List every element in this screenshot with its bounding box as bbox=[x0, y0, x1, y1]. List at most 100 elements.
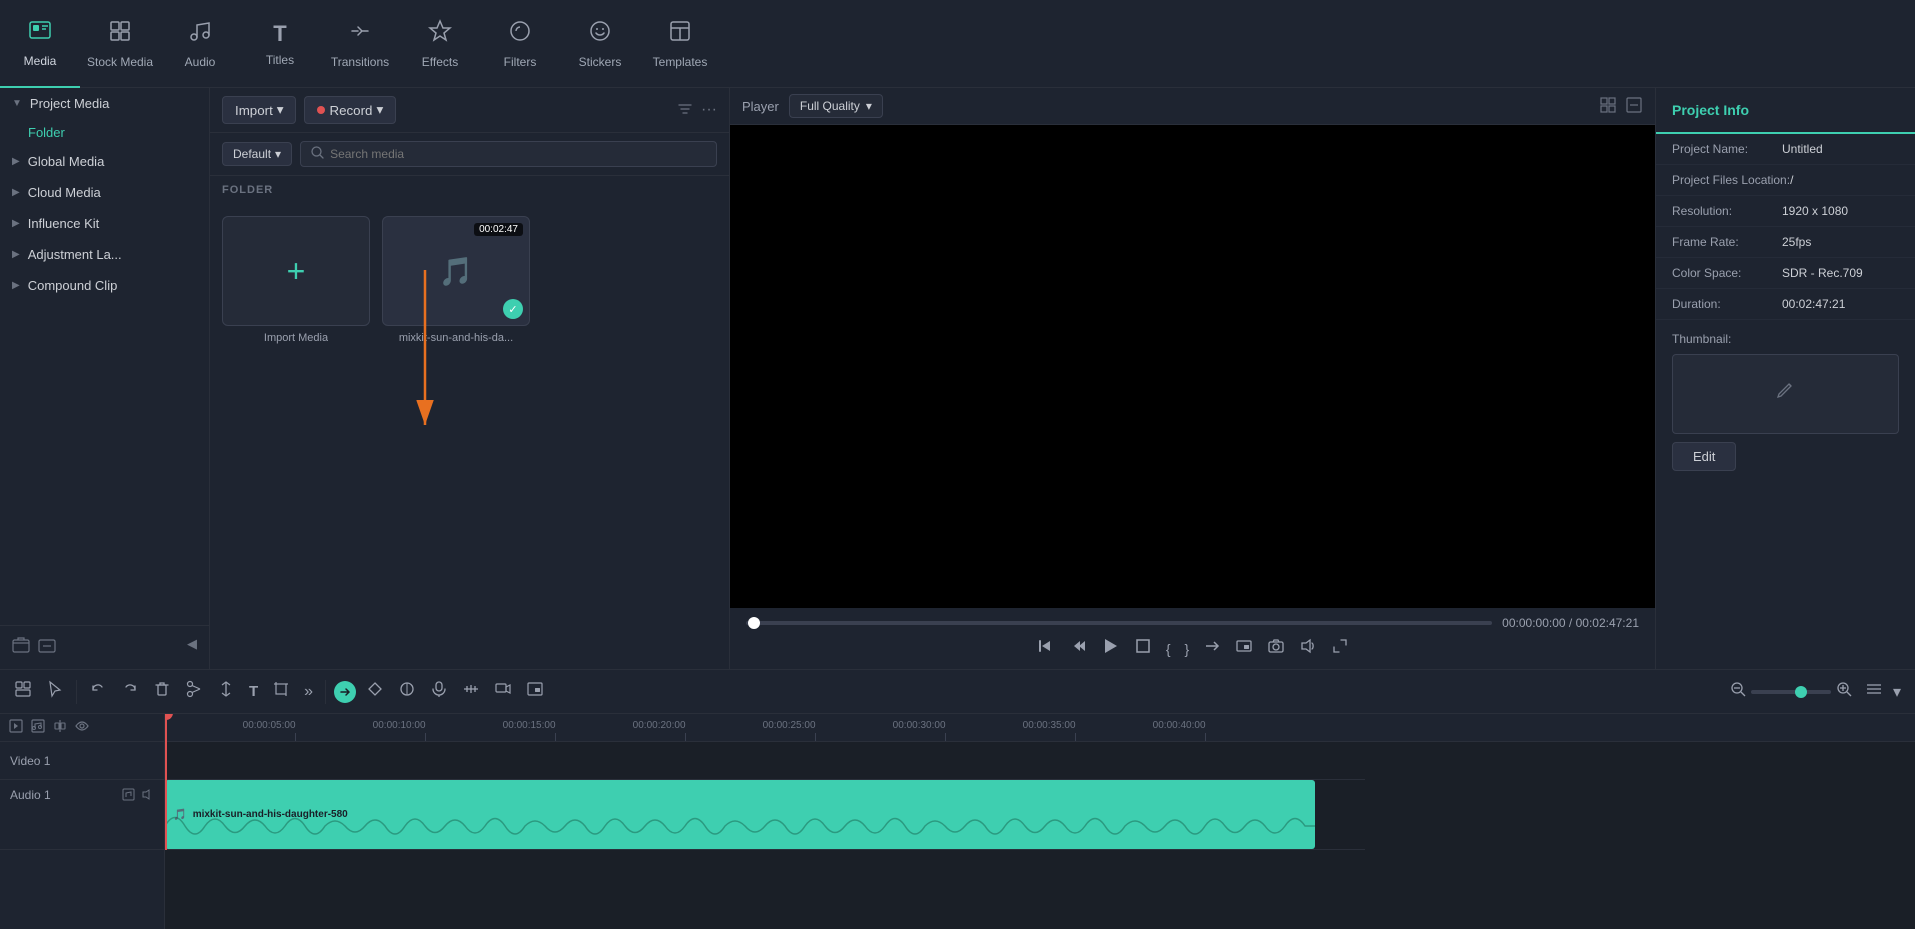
project-info-tab[interactable]: Project Info bbox=[1656, 88, 1915, 134]
audio-track-icon-add[interactable] bbox=[122, 788, 135, 804]
arrow-right-icon4: ▶ bbox=[12, 249, 20, 260]
scene-mode-icon[interactable] bbox=[10, 676, 36, 707]
remove-folder-icon[interactable] bbox=[38, 636, 56, 659]
nav-transitions[interactable]: Transitions bbox=[320, 0, 400, 88]
timeline-ruler: 00:00 00:00:05:00 00:00:10:00 00:00:15:0… bbox=[165, 714, 1915, 742]
snap-icon[interactable] bbox=[52, 718, 68, 737]
audio-clip[interactable]: 🎵 mixkit-sun-and-his-daughter-580 bbox=[165, 780, 1315, 849]
audio-file-icon: 🎵 bbox=[439, 255, 474, 288]
split-icon[interactable] bbox=[213, 676, 239, 707]
info-key-location: Project Files Location: bbox=[1672, 173, 1790, 187]
collapse-sidebar-icon[interactable]: ◀ bbox=[187, 636, 197, 659]
sidebar-item-influence-kit[interactable]: ▶ Influence Kit bbox=[0, 208, 209, 239]
more-tl-icon[interactable]: ▾ bbox=[1889, 678, 1905, 706]
record-button[interactable]: Record ▾ bbox=[304, 96, 396, 124]
playhead[interactable] bbox=[165, 714, 167, 850]
import-button[interactable]: Import ▾ bbox=[222, 96, 296, 124]
info-key-name: Project Name: bbox=[1672, 142, 1782, 156]
fullscreen-icon[interactable] bbox=[1625, 96, 1643, 117]
stop-icon[interactable] bbox=[1134, 637, 1152, 660]
separator-2 bbox=[325, 680, 326, 704]
eye-icon[interactable] bbox=[74, 718, 90, 737]
player-controls: 00:00:00:00 / 00:02:47:21 { bbox=[730, 608, 1655, 669]
pip-icon[interactable] bbox=[1235, 637, 1253, 660]
audio-1-label: Audio 1 bbox=[10, 788, 51, 802]
sidebar-item-project-media[interactable]: ▼ Project Media bbox=[0, 88, 209, 119]
audio-track-icons bbox=[122, 788, 154, 804]
resize-icon[interactable] bbox=[1331, 637, 1349, 660]
ruler-mark-7: 00:00:35:00 bbox=[1075, 733, 1076, 741]
info-row-location: Project Files Location: / bbox=[1656, 165, 1915, 196]
step-back-icon[interactable] bbox=[1068, 637, 1086, 660]
more-options-icon[interactable]: ··· bbox=[701, 101, 717, 120]
search-icon bbox=[311, 146, 324, 162]
info-row-duration: Duration: 00:02:47:21 bbox=[1656, 289, 1915, 320]
record-voice-icon[interactable] bbox=[426, 676, 452, 707]
nav-effects[interactable]: Effects bbox=[400, 0, 480, 88]
import-media-tile[interactable]: + Import Media bbox=[222, 216, 370, 344]
zoom-in-icon[interactable] bbox=[1835, 680, 1853, 703]
quality-select[interactable]: Full Quality ▾ bbox=[789, 94, 883, 118]
seekbar-track[interactable] bbox=[746, 621, 1492, 625]
default-dropdown[interactable]: Default ▾ bbox=[222, 142, 292, 166]
templates-icon bbox=[668, 19, 692, 49]
nav-stickers[interactable]: Stickers bbox=[560, 0, 640, 88]
add-folder-icon[interactable] bbox=[12, 636, 30, 659]
play-icon[interactable] bbox=[1100, 636, 1120, 661]
default-chevron-icon: ▾ bbox=[275, 147, 281, 161]
volume-icon[interactable] bbox=[1299, 637, 1317, 660]
sidebar-item-global-media[interactable]: ▶ Global Media bbox=[0, 146, 209, 177]
add-audio-track-icon[interactable] bbox=[30, 718, 46, 737]
crop-icon[interactable] bbox=[268, 676, 294, 707]
nav-templates-label: Templates bbox=[653, 55, 708, 69]
redo-icon[interactable] bbox=[117, 676, 143, 707]
cut-icon[interactable] bbox=[181, 676, 207, 707]
sidebar-folder-item[interactable]: Folder bbox=[0, 119, 209, 146]
multicam-icon[interactable] bbox=[490, 676, 516, 707]
mark-out-icon[interactable]: } bbox=[1185, 641, 1190, 657]
text-tool-icon[interactable]: T bbox=[245, 679, 262, 704]
grid-view-icon[interactable] bbox=[1599, 96, 1617, 117]
media-toolbar: Import ▾ Record ▾ ··· bbox=[210, 88, 729, 133]
filter-icon[interactable] bbox=[677, 101, 693, 120]
video-1-label: Video 1 bbox=[10, 754, 50, 768]
timeline-area: Video 1 Audio 1 bbox=[0, 714, 1915, 929]
add-video-track-icon[interactable] bbox=[8, 718, 24, 737]
keyframe-icon[interactable] bbox=[362, 676, 388, 707]
snapshot-icon[interactable] bbox=[1267, 637, 1285, 660]
search-input[interactable] bbox=[330, 147, 706, 161]
delete-icon[interactable] bbox=[149, 676, 175, 707]
mask-icon[interactable] bbox=[394, 676, 420, 707]
more-tools-icon[interactable]: » bbox=[300, 679, 317, 705]
skip-back-icon[interactable] bbox=[1036, 637, 1054, 660]
edit-thumbnail-icon[interactable] bbox=[1775, 380, 1797, 408]
sidebar-item-cloud-media[interactable]: ▶ Cloud Media bbox=[0, 177, 209, 208]
layout-icon[interactable] bbox=[1865, 680, 1883, 703]
sidebar-item-adjustment-la[interactable]: ▶ Adjustment La... bbox=[0, 239, 209, 270]
record-chevron-icon: ▾ bbox=[376, 102, 383, 118]
nav-media[interactable]: Media bbox=[0, 0, 80, 88]
mark-in-icon[interactable]: { bbox=[1166, 641, 1171, 657]
nav-audio[interactable]: Audio bbox=[160, 0, 240, 88]
zoom-out-icon[interactable] bbox=[1729, 680, 1747, 703]
audio-track-icon-vol[interactable] bbox=[141, 788, 154, 804]
time-display: 00:00:00:00 / 00:02:47:21 bbox=[1502, 616, 1639, 630]
markers-icon[interactable] bbox=[458, 676, 484, 707]
audio-file-tile[interactable]: 🎵 00:02:47 ✓ mixkit-sun-and-his-da... bbox=[382, 216, 530, 344]
nav-filters[interactable]: Filters bbox=[480, 0, 560, 88]
trim-icon[interactable] bbox=[1203, 637, 1221, 660]
speed-icon[interactable] bbox=[334, 681, 356, 703]
player-buttons: { } bbox=[746, 636, 1639, 661]
nav-titles[interactable]: T Titles bbox=[240, 0, 320, 88]
select-tool-icon[interactable] bbox=[42, 676, 68, 707]
nav-templates[interactable]: Templates bbox=[640, 0, 720, 88]
pip-tl-icon[interactable] bbox=[522, 676, 548, 707]
nav-stock-media[interactable]: Stock Media bbox=[80, 0, 160, 88]
edit-button[interactable]: Edit bbox=[1672, 442, 1736, 471]
undo-icon[interactable] bbox=[85, 676, 111, 707]
quality-label: Full Quality bbox=[800, 99, 860, 113]
sidebar-item-compound-clip[interactable]: ▶ Compound Clip bbox=[0, 270, 209, 301]
zoom-slider[interactable] bbox=[1751, 690, 1831, 694]
info-val-duration: 00:02:47:21 bbox=[1782, 297, 1845, 311]
filters-icon bbox=[508, 19, 532, 49]
